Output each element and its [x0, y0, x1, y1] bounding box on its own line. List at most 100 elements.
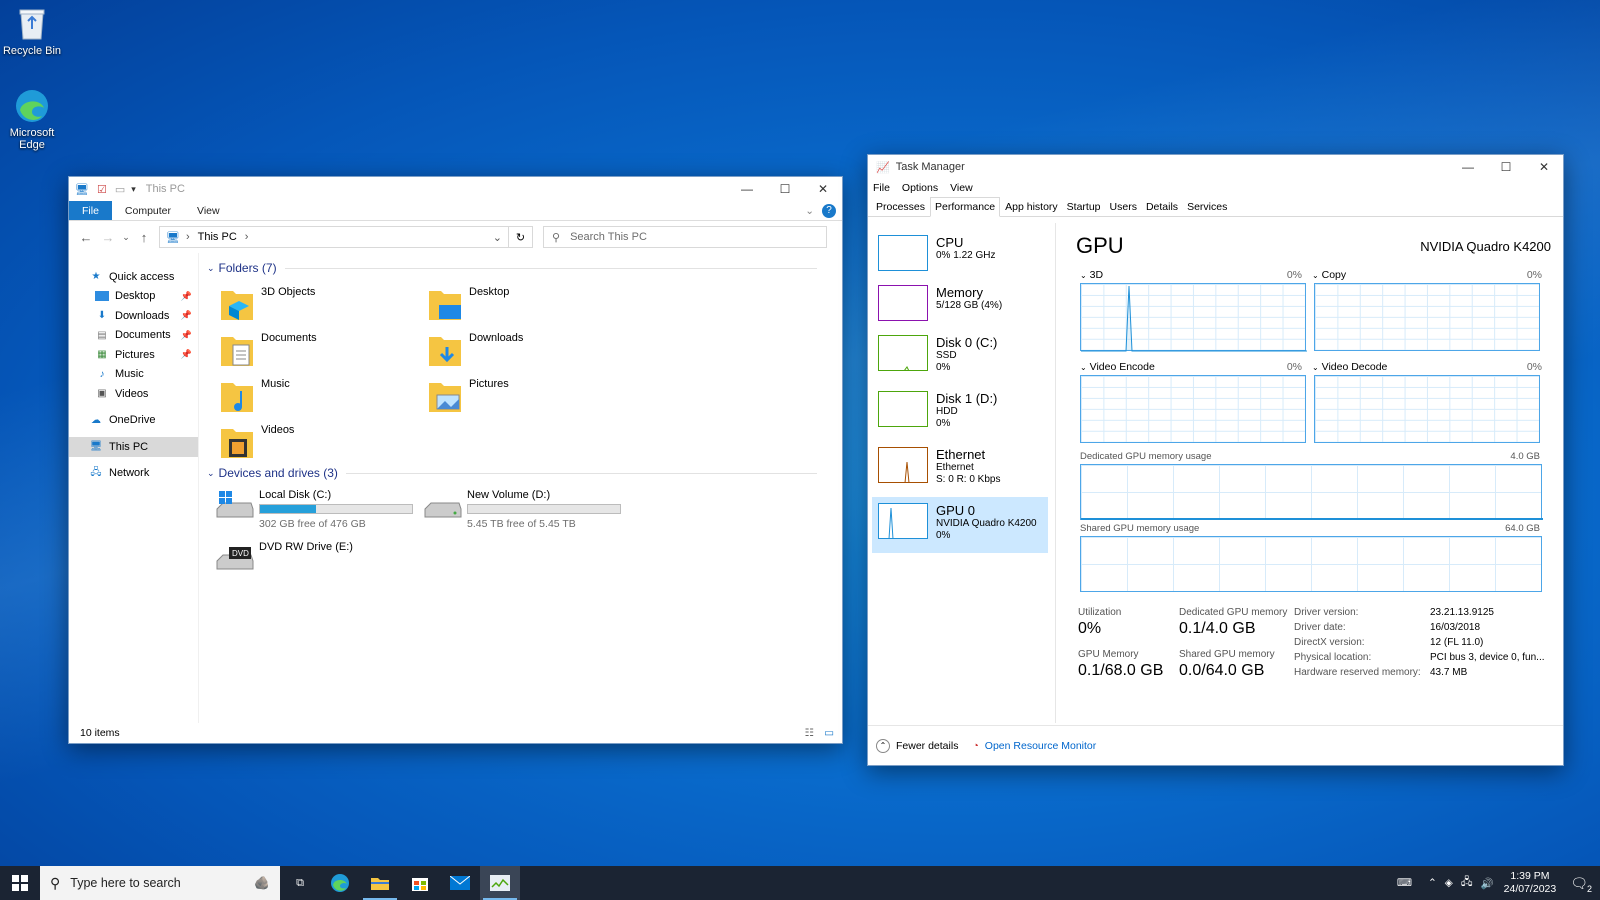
store-taskbar-icon[interactable]: [400, 866, 440, 900]
pin-icon[interactable]: 📌: [181, 330, 192, 341]
recycle-bin-desktop-icon[interactable]: Recycle Bin: [0, 6, 64, 57]
taskbar-search-placeholder: Type here to search: [70, 876, 181, 890]
tab-view[interactable]: View: [184, 201, 233, 220]
nav-quick-access[interactable]: ★ Quick access: [69, 267, 198, 287]
forward-arrow-icon[interactable]: →: [97, 226, 119, 248]
nav-documents[interactable]: ▤ Documents 📌: [69, 326, 198, 346]
fewer-details-button[interactable]: Fewer details: [896, 740, 958, 752]
nav-desktop[interactable]: Desktop 📌: [69, 287, 198, 307]
engine-video-encode-header[interactable]: ⌄ Video Encode 0%: [1080, 361, 1302, 373]
drive-d[interactable]: New Volume (D:) 5.45 TB free of 5.45 TB: [423, 489, 633, 530]
notification-center-icon[interactable]: 🗨 2: [1570, 875, 1592, 894]
pin-icon[interactable]: 📌: [181, 349, 192, 360]
pin-icon[interactable]: 📌: [181, 310, 192, 321]
address-bar[interactable]: 🖥 › This PC › ⌄: [159, 226, 509, 248]
mail-taskbar-icon[interactable]: [440, 866, 480, 900]
refresh-icon[interactable]: ↻: [509, 226, 533, 248]
onedrive-tray-icon[interactable]: ◈: [1445, 877, 1453, 889]
open-resource-monitor-link[interactable]: Open Resource Monitor: [985, 740, 1096, 752]
minimize-button[interactable]: —: [728, 177, 766, 201]
menu-file[interactable]: File: [873, 182, 890, 194]
clock[interactable]: 1:39 PM 24/07/2023: [1504, 870, 1557, 896]
edge-taskbar-icon[interactable]: [320, 866, 360, 900]
tab-file[interactable]: File: [69, 201, 112, 220]
tab-startup[interactable]: Startup: [1063, 198, 1105, 216]
pin-icon[interactable]: 📌: [181, 291, 192, 302]
network-tray-icon[interactable]: 🖧: [1461, 874, 1473, 892]
resource-name: Memory: [936, 285, 983, 300]
volume-icon[interactable]: 🔊: [1481, 877, 1494, 890]
expand-ribbon-chevron-icon[interactable]: ⌄: [805, 201, 814, 220]
nav-pictures[interactable]: ▦ Pictures 📌: [69, 345, 198, 365]
fewer-details-chevron-icon[interactable]: ⌃: [876, 738, 890, 753]
resource-gpu0[interactable]: GPU 0 NVIDIA Quadro K4200 0%: [872, 497, 1048, 553]
search-input[interactable]: ⚲ Search This PC: [543, 226, 827, 248]
nav-this-pc[interactable]: 🖥 This PC: [69, 437, 198, 457]
folder-videos[interactable]: Videos: [219, 421, 419, 463]
task-view-icon[interactable]: ⧉: [280, 866, 320, 900]
help-icon[interactable]: ?: [822, 201, 836, 220]
folder-pictures[interactable]: Pictures: [427, 375, 627, 417]
resource-disk1[interactable]: Disk 1 (D:) HDD 0%: [872, 385, 1048, 439]
nav-onedrive[interactable]: ☁ OneDrive: [69, 411, 198, 431]
tab-services[interactable]: Services: [1183, 198, 1231, 216]
folder-music[interactable]: Music: [219, 375, 419, 417]
folder-downloads[interactable]: Downloads: [427, 329, 627, 371]
file-explorer-taskbar-icon[interactable]: [360, 866, 400, 900]
folders-group-header[interactable]: ⌄ Folders (7): [207, 261, 817, 275]
minimize-button[interactable]: —: [1449, 155, 1487, 179]
recent-locations-chevron-icon[interactable]: ⌄: [119, 226, 133, 248]
properties-quick-icon[interactable]: ☑: [97, 183, 107, 196]
folder-documents[interactable]: Documents: [219, 329, 419, 371]
tab-details[interactable]: Details: [1142, 198, 1182, 216]
customize-toolbar-chevron-icon[interactable]: ▾: [131, 184, 136, 195]
address-dropdown-icon[interactable]: ⌄: [493, 231, 502, 244]
tab-app-history[interactable]: App history: [1001, 198, 1062, 216]
engine-video-decode-header[interactable]: ⌄ Video Decode 0%: [1312, 361, 1542, 373]
menu-view[interactable]: View: [950, 182, 973, 194]
maximize-button[interactable]: ☐: [766, 177, 804, 201]
breadcrumb-this-pc[interactable]: This PC: [198, 231, 237, 243]
maximize-button[interactable]: ☐: [1487, 155, 1525, 179]
tab-users[interactable]: Users: [1106, 198, 1141, 216]
drives-group-header[interactable]: ⌄ Devices and drives (3): [207, 466, 817, 480]
engine-3d-header[interactable]: ⌄ 3D 0%: [1080, 269, 1302, 281]
close-button[interactable]: ✕: [804, 177, 842, 201]
tab-computer[interactable]: Computer: [112, 201, 184, 220]
tab-processes[interactable]: Processes: [872, 198, 929, 216]
new-folder-quick-icon[interactable]: ▭: [115, 183, 125, 196]
gpu-video-encode-graph: [1080, 375, 1306, 443]
stat-gpu-memory: GPU Memory 0.1/68.0 GB: [1078, 649, 1163, 680]
nav-network[interactable]: 🖧 Network: [69, 464, 198, 484]
nav-music[interactable]: ♪ Music: [69, 365, 198, 385]
gpu-copy-graph: [1314, 283, 1540, 351]
engine-percent: 0%: [1526, 269, 1542, 281]
resource-memory[interactable]: Memory 5/128 GB (4%): [872, 279, 1048, 331]
keyboard-icon[interactable]: ⌨: [1397, 877, 1412, 889]
start-button[interactable]: [0, 866, 40, 900]
resource-disk0[interactable]: Disk 0 (C:) SSD 0%: [872, 329, 1048, 383]
details-view-icon[interactable]: ☷: [805, 727, 814, 739]
taskmgr-tabs: Processes Performance App history Startu…: [868, 197, 1563, 217]
show-hidden-icons-chevron-icon[interactable]: ⌃: [1428, 877, 1437, 889]
address-pc-icon: 🖥: [166, 231, 180, 244]
close-button[interactable]: ✕: [1525, 155, 1563, 179]
drive-e[interactable]: DVD DVD RW Drive (E:): [215, 541, 425, 575]
resource-cpu[interactable]: CPU 0% 1.22 GHz: [872, 229, 1048, 281]
back-arrow-icon[interactable]: ←: [75, 226, 97, 248]
large-icons-view-icon[interactable]: ▭: [824, 727, 834, 739]
menu-options[interactable]: Options: [902, 182, 938, 194]
tab-performance[interactable]: Performance: [930, 197, 1001, 217]
task-manager-taskbar-icon[interactable]: [480, 866, 520, 900]
nav-videos[interactable]: ▣ Videos: [69, 384, 198, 404]
taskbar-search-box[interactable]: ⚲ Type here to search 🪨: [40, 866, 280, 900]
engine-copy-header[interactable]: ⌄ Copy 0%: [1312, 269, 1542, 281]
up-arrow-icon[interactable]: ↑: [133, 226, 155, 248]
edge-desktop-icon[interactable]: Microsoft Edge: [0, 88, 64, 151]
folder-desktop[interactable]: Desktop: [427, 283, 627, 325]
resource-ethernet[interactable]: Ethernet Ethernet S: 0 R: 0 Kbps: [872, 441, 1048, 495]
folder-3d-objects[interactable]: 3D Objects: [219, 283, 419, 325]
drive-c[interactable]: Local Disk (C:) 302 GB free of 476 GB: [215, 489, 425, 530]
breadcrumb-chevron-icon[interactable]: ›: [245, 231, 249, 243]
nav-downloads[interactable]: ⬇ Downloads 📌: [69, 306, 198, 326]
